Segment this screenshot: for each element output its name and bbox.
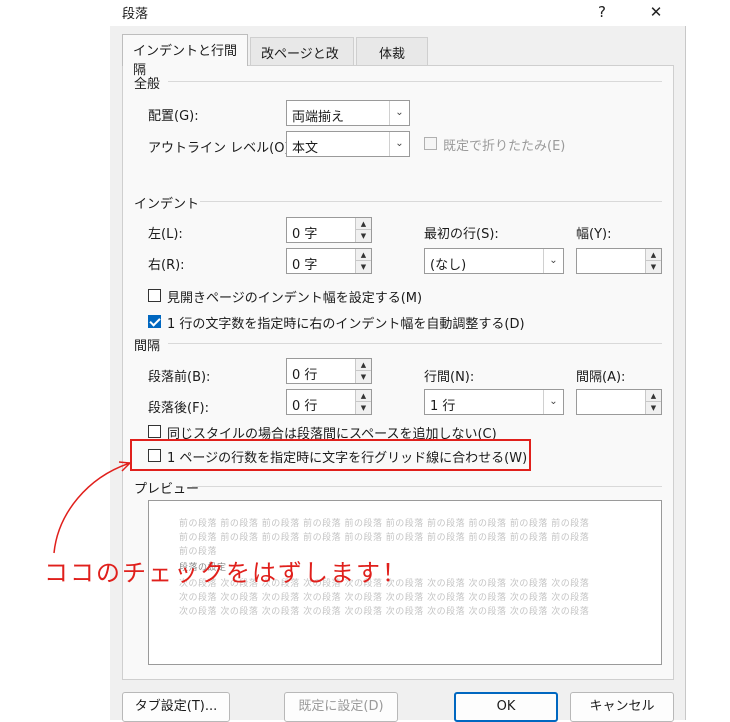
outline-level-label: アウトライン レベル(O): bbox=[148, 141, 294, 156]
tab-line-page-breaks[interactable]: 改ページと改行 bbox=[250, 37, 354, 81]
chevron-down-icon: ⌄ bbox=[389, 101, 409, 125]
collapse-label: 既定で折りたたみ(E) bbox=[443, 139, 566, 154]
line-spacing-value: 1 行 bbox=[430, 399, 456, 414]
annotation-text: ココのチェックをはずします！ bbox=[44, 559, 408, 587]
spin-up-icon[interactable]: ▲ bbox=[355, 359, 371, 371]
spin-up-icon[interactable]: ▲ bbox=[645, 249, 661, 261]
spin-down-icon[interactable]: ▼ bbox=[355, 230, 371, 242]
ok-button[interactable]: OK bbox=[454, 692, 558, 722]
chevron-down-icon: ⌄ bbox=[543, 390, 563, 414]
left-indent-label: 左(L): bbox=[148, 227, 183, 242]
spin-up-icon[interactable]: ▲ bbox=[355, 249, 371, 261]
alignment-label: 配置(G): bbox=[148, 109, 199, 124]
spin-down-icon[interactable]: ▼ bbox=[355, 261, 371, 273]
preview-next-line: 次の段落 次の段落 次の段落 次の段落 次の段落 次の段落 次の段落 次の段落 … bbox=[179, 593, 590, 603]
spin-down-icon[interactable]: ▼ bbox=[355, 371, 371, 383]
preview-next-line: 次の段落 次の段落 次の段落 次の段落 次の段落 次の段落 次の段落 次の段落 … bbox=[179, 607, 590, 617]
indent-heading: インデント bbox=[134, 197, 200, 212]
outline-level-value: 本文 bbox=[292, 141, 319, 156]
indent-divider bbox=[200, 201, 662, 202]
right-indent-label: 右(R): bbox=[148, 258, 185, 273]
mirror-indents-label: 見開きページのインデント幅を設定する(M) bbox=[167, 291, 423, 306]
no-space-same-style-checkbox[interactable] bbox=[148, 425, 161, 438]
space-after-value: 0 行 bbox=[292, 399, 318, 414]
indent-width-spinner[interactable]: ▲ ▼ bbox=[576, 248, 662, 274]
line-spacing-label: 行間(N): bbox=[424, 370, 475, 385]
tabs-button[interactable]: タブ設定(T)... bbox=[122, 692, 230, 722]
left-indent-value: 0 字 bbox=[292, 227, 318, 242]
general-divider bbox=[168, 81, 662, 82]
spin-up-icon[interactable]: ▲ bbox=[355, 218, 371, 230]
collapse-checkbox[interactable] bbox=[424, 137, 437, 150]
tab-indent-spacing[interactable]: インデントと行間隔 bbox=[122, 34, 248, 78]
space-after-label: 段落後(F): bbox=[148, 401, 210, 416]
first-line-select[interactable]: (なし) ⌄ bbox=[424, 248, 564, 274]
line-spacing-select[interactable]: 1 行 ⌄ bbox=[424, 389, 564, 415]
annotation-arrow bbox=[53, 461, 132, 554]
spacing-at-label: 間隔(A): bbox=[576, 370, 626, 385]
first-line-value: (なし) bbox=[430, 258, 467, 273]
spin-up-icon[interactable]: ▲ bbox=[355, 390, 371, 402]
set-as-default-button[interactable]: 既定に設定(D) bbox=[284, 692, 398, 722]
indent-width-label: 幅(Y): bbox=[576, 227, 612, 242]
spin-down-icon[interactable]: ▼ bbox=[355, 402, 371, 414]
cancel-button[interactable]: キャンセル bbox=[570, 692, 674, 722]
alignment-select[interactable]: 両端揃え ⌄ bbox=[286, 100, 410, 126]
help-button[interactable]: ? bbox=[584, 0, 620, 24]
preview-prev-line: 前の段落 前の段落 前の段落 前の段落 前の段落 前の段落 前の段落 前の段落 … bbox=[179, 533, 590, 543]
preview-divider bbox=[192, 486, 662, 487]
spin-up-icon[interactable]: ▲ bbox=[645, 390, 661, 402]
right-indent-value: 0 字 bbox=[292, 258, 318, 273]
auto-adjust-indent-checkbox[interactable] bbox=[148, 315, 161, 328]
space-after-spinner[interactable]: 0 行 ▲ ▼ bbox=[286, 389, 372, 415]
dialog-title: 段落 bbox=[122, 7, 149, 22]
spin-down-icon[interactable]: ▼ bbox=[645, 261, 661, 273]
close-button[interactable]: ✕ bbox=[638, 0, 674, 24]
spacing-at-spinner[interactable]: ▲ ▼ bbox=[576, 389, 662, 415]
tab-label: 体裁 bbox=[379, 47, 406, 62]
background-window-edge bbox=[686, 0, 730, 720]
first-line-label: 最初の行(S): bbox=[424, 227, 499, 242]
preview-prev-line: 前の段落 前の段落 前の段落 前の段落 前の段落 前の段落 前の段落 前の段落 … bbox=[179, 519, 590, 529]
spacing-divider bbox=[168, 343, 662, 344]
chevron-down-icon: ⌄ bbox=[543, 249, 563, 273]
tab-asian-typography[interactable]: 体裁 bbox=[356, 37, 428, 65]
spin-down-icon[interactable]: ▼ bbox=[645, 402, 661, 414]
space-before-label: 段落前(B): bbox=[148, 370, 211, 385]
chevron-down-icon: ⌄ bbox=[389, 132, 409, 156]
space-before-spinner[interactable]: 0 行 ▲ ▼ bbox=[286, 358, 372, 384]
space-before-value: 0 行 bbox=[292, 368, 318, 383]
left-indent-spinner[interactable]: 0 字 ▲ ▼ bbox=[286, 217, 372, 243]
outline-level-select[interactable]: 本文 ⌄ bbox=[286, 131, 410, 157]
alignment-value: 両端揃え bbox=[292, 110, 345, 125]
mirror-indents-checkbox[interactable] bbox=[148, 289, 161, 302]
auto-adjust-indent-label: 1 行の文字数を指定時に右のインデント幅を自動調整する(D) bbox=[167, 317, 525, 332]
right-indent-spinner[interactable]: 0 字 ▲ ▼ bbox=[286, 248, 372, 274]
spacing-heading: 間隔 bbox=[134, 339, 161, 354]
annotation-highlight-box bbox=[130, 439, 531, 471]
title-bar[interactable]: 段落 ? ✕ bbox=[110, 0, 686, 26]
